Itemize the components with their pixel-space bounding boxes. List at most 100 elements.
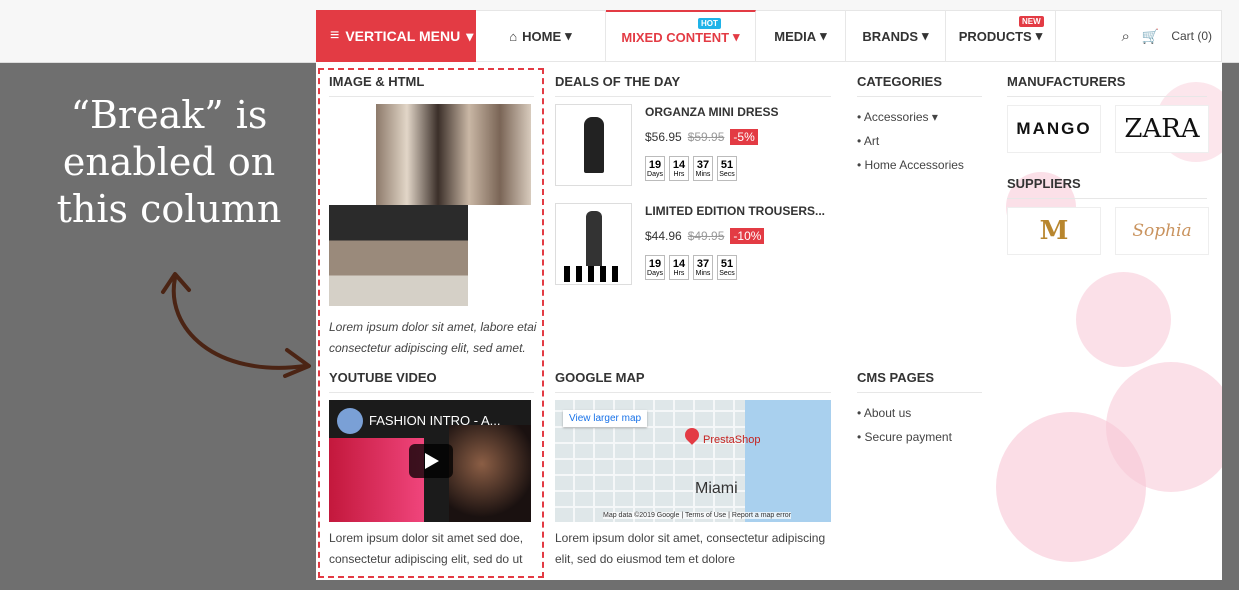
map-attribution: Map data ©2019 Google | Terms of Use | R… [603,512,792,519]
caret-down-icon: ▾ [565,28,572,43]
timer-value: 19 [648,159,662,171]
timer-value: 14 [672,258,686,270]
timer-unit: Hrs [673,171,685,178]
dress-shape [584,117,604,173]
timer-unit: Secs [719,270,735,277]
timer-mins: 37 Mins [693,156,713,181]
product-price: $56.95 [645,130,682,144]
new-badge: NEW [1019,16,1044,27]
timer-value: 14 [672,159,686,171]
cart-icon[interactable]: 🛒 [1142,28,1159,45]
timer-value: 37 [696,258,710,270]
countdown-timer: 19 Days 14 Hrs 37 Mins 51 Secs [645,255,737,280]
timer-unit: Mins [695,171,711,178]
nav-products-label: PRODUCTS [958,28,1032,44]
hamburger-icon: ≡ [330,27,340,44]
timer-unit: Hrs [673,270,685,277]
view-larger-map-link[interactable]: View larger map [563,410,648,427]
google-map-text: Lorem ipsum dolor sit amet, consectetur … [555,528,835,570]
timer-unit: Secs [719,171,735,178]
suppliers-title: SUPPLIERS [1007,176,1081,191]
timer-days: 19 Days [645,156,665,181]
discount-badge: -10% [730,228,765,244]
nav-brands-label: BRANDS [862,28,919,44]
nav-media[interactable]: MEDIA ▾ [756,10,846,62]
caret-down-icon: ▾ [931,110,938,124]
categories-list: • Accessories ▾ • Art • Home Accessories [857,110,964,182]
category-label: • Accessories [857,110,929,124]
cms-page-item[interactable]: • About us [857,406,952,430]
caret-down-icon: ▾ [466,27,474,44]
product-price-row: $44.96 $49.95 -10% [645,228,765,244]
callout-line2: enabled on [62,140,276,184]
timer-value: 51 [720,258,734,270]
product-old-price: $49.95 [687,229,725,243]
nav-mixed-content[interactable]: HOT MIXED CONTENT ▾ [606,10,756,62]
header-tools: ⌕ 🛒 Cart (0) [1121,10,1212,62]
category-item[interactable]: • Art [857,134,964,158]
model-shape [586,211,602,269]
product-old-price: $59.95 [687,130,725,144]
map-water [745,400,831,522]
category-item[interactable]: • Home Accessories [857,158,964,182]
nav-home-label: HOME [522,28,562,44]
product-image-dress[interactable] [555,104,632,186]
caret-down-icon: ▾ [1035,28,1043,43]
deals-title: DEALS OF THE DAY [555,74,681,89]
supplier-logo-m[interactable]: M [1007,207,1101,255]
cart-label[interactable]: Cart (0) [1171,29,1212,43]
timer-hours: 14 Hrs [669,156,689,181]
timer-secs: 51 Secs [717,255,737,280]
nav-brands[interactable]: BRANDS ▾ [846,10,946,62]
timer-value: 51 [720,159,734,171]
timer-secs: 51 Secs [717,156,737,181]
manufacturer-logo-mango[interactable]: MANGO [1007,105,1101,153]
timer-mins: 37 Mins [693,255,713,280]
timer-days: 19 Days [645,255,665,280]
manufacturers-title: MANUFACTURERS [1007,74,1126,89]
cms-pages-list: • About us • Secure payment [857,406,952,454]
divider [857,96,982,97]
countdown-timer: 19 Days 14 Hrs 37 Mins 51 Secs [645,156,737,181]
google-map-title: GOOGLE MAP [555,370,645,385]
map-city-label: Miami [695,480,738,497]
caret-down-icon: ▾ [733,29,740,44]
timer-value: 37 [696,159,710,171]
manufacturer-logo-zara[interactable]: ZARA [1115,105,1209,153]
google-map-text-line1: Lorem ipsum dolor sit amet, consectetur … [555,531,826,545]
divider [857,392,982,393]
caret-down-icon: ▾ [820,28,827,43]
timer-hours: 14 Hrs [669,255,689,280]
nav-mixed-content-label: MIXED CONTENT [621,29,730,45]
divider [555,96,831,97]
product-price-row: $56.95 $59.95 -5% [645,129,758,145]
search-icon[interactable]: ⌕ [1121,28,1129,45]
product-image-trousers[interactable] [555,203,632,285]
callout-line1: “Break” is [70,93,268,137]
vertical-menu-label: VERTICAL MENU [345,28,461,44]
categories-title: CATEGORIES [857,74,942,89]
discount-badge: -5% [730,129,758,145]
timer-unit: Days [647,270,663,277]
checker-floor [564,266,624,282]
vertical-menu-button[interactable]: ≡ VERTICAL MENU ▾ [316,10,476,62]
break-column-highlight [318,68,544,578]
mega-menu-bar: ≡ VERTICAL MENU ▾ ⌂ HOME ▾ HOT MIXED CON… [316,10,1222,62]
product-price: $44.96 [645,229,682,243]
divider [555,392,831,393]
timer-unit: Mins [695,270,711,277]
supplier-logo-sophia[interactable]: Sophia [1115,207,1209,255]
cms-page-item[interactable]: • Secure payment [857,430,952,454]
cms-pages-title: CMS PAGES [857,370,935,385]
map-place-label: PrestaShop [703,434,761,446]
category-item[interactable]: • Accessories ▾ [857,110,964,134]
google-map[interactable]: View larger map PrestaShop Miami Map dat… [555,400,831,522]
product-name[interactable]: ORGANZA MINI DRESS [645,105,779,119]
timer-value: 19 [648,258,662,270]
divider [1007,96,1207,97]
break-callout: “Break” is enabled on this column [34,92,304,233]
nav-products[interactable]: NEW PRODUCTS ▾ [946,10,1056,62]
nav-home[interactable]: ⌂ HOME ▾ [476,10,606,62]
product-name[interactable]: LIMITED EDITION TROUSERS... [645,204,825,218]
nav-media-label: MEDIA [774,28,817,44]
